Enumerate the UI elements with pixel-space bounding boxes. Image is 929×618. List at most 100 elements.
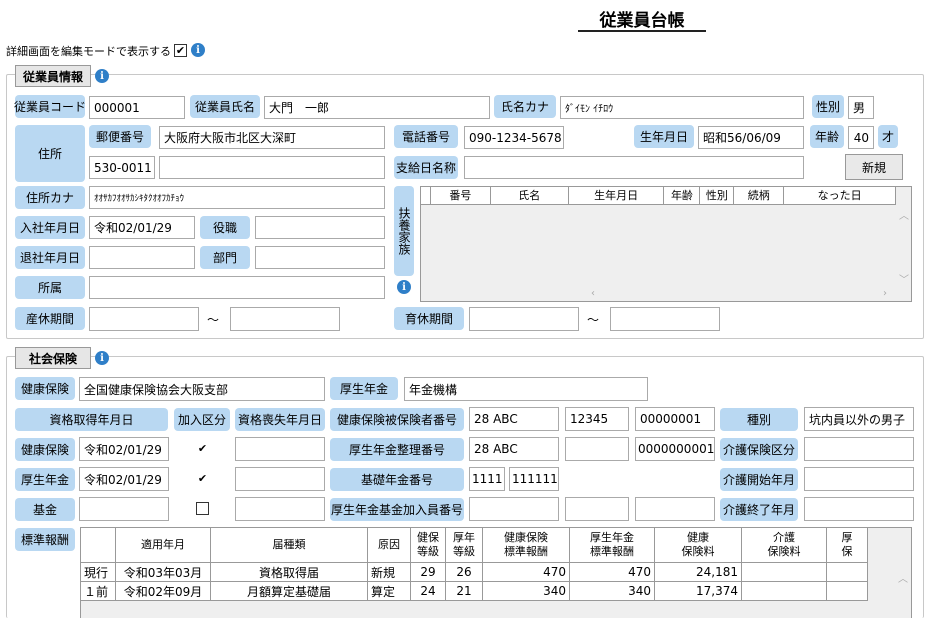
post-field[interactable] [255,216,385,239]
acquired-date-label: 資格取得年月日 [15,408,168,431]
address2-field[interactable] [159,156,385,179]
table-row[interactable]: 現行 令和03年03月 資格取得届 新規 29 26 470 470 24,181 [81,562,868,582]
gender-field[interactable]: 男 [848,96,874,119]
pension-number-2[interactable]: 0000000001 [635,437,715,461]
care-field[interactable] [804,437,914,461]
lost-date-label: 資格喪失年月日 [235,408,325,431]
standard-col-header: 厚 保 [826,528,868,563]
dependents-col-header: 続柄 [734,187,785,204]
childcare-start-field[interactable] [469,307,579,331]
childcare-end-field[interactable] [610,307,720,331]
scroll-left-icon[interactable]: ‹ [591,288,595,299]
scroll-down-icon[interactable]: ﹀ [899,271,909,286]
scroll-right-icon[interactable]: › [883,288,887,299]
age-field[interactable]: 40 [848,126,874,149]
standard-table-wrap[interactable]: 適用年月 届種類 原因 健保 等級 厚年 等級 健康保険 標準報酬 厚生年金 標準報酬 健康 … [80,527,912,618]
edit-mode-checkbox[interactable]: ✔ [174,44,187,57]
tilde: ～ [587,313,600,327]
standard-col-header: 適用年月 [115,528,211,563]
age-unit: 才 [878,125,898,148]
table-cell [826,562,868,582]
phone-label: 電話番号 [394,125,458,148]
table-cell: 新規 [367,562,411,582]
employee-code-field[interactable]: 000001 [89,96,185,119]
address1-field[interactable]: 大阪府大阪市北区大深町 [159,126,385,149]
payday-field[interactable] [464,156,804,179]
pension-acquired-date[interactable]: 令和02/01/29 [79,467,169,491]
table-cell: 21 [445,581,483,601]
table-cell: 資格取得届 [210,562,368,582]
fund-member-label: 厚生年金基金加入員番号 [330,498,464,521]
info-icon[interactable]: i [191,43,205,57]
info-icon[interactable]: i [397,280,411,294]
standard-table: 適用年月 届種類 原因 健保 等級 厚年 等級 健康保険 標準報酬 厚生年金 標準報酬 健康 … [81,528,868,601]
scroll-up-icon[interactable]: ︿ [899,207,909,222]
standard-col-header: 健康 保険料 [654,528,742,563]
table-row[interactable]: １前 令和02年09月 月額算定基礎届 算定 24 21 340 340 17,374 [81,581,868,601]
maternity-end-field[interactable] [230,307,340,331]
fund-member-3[interactable] [635,497,715,521]
childcare-label: 育休期間 [394,307,464,330]
health-join-checkbox[interactable]: ✔ [196,443,209,456]
info-icon[interactable]: i [95,69,109,83]
pension-number-2-blank[interactable] [565,437,629,461]
age-label: 年齢 [810,125,844,148]
new-button[interactable]: 新規 [845,154,903,180]
dependents-col-header: なった日 [784,187,896,204]
standard-col-header: 原因 [367,528,411,563]
info-icon[interactable]: i [95,351,109,365]
fund-join-checkbox[interactable] [196,502,209,515]
table-cell: 340 [482,581,570,601]
dependents-col-header: 年齢 [664,187,701,204]
table-cell: 令和02年09月 [115,581,211,601]
care-start-label: 介護開始年月 [720,468,798,491]
leave-date-field[interactable] [89,246,195,269]
care-start-field[interactable] [804,467,914,491]
insured-number-1[interactable]: 28 ABC [469,407,559,431]
tilde: ～ [207,313,220,327]
address-label: 住所 [15,125,85,182]
pension-number-1[interactable]: 28 ABC [469,437,559,461]
table-cell: 月額算定基礎届 [210,581,368,601]
pension-label: 厚生年金 [330,377,398,400]
health-insurance-field[interactable]: 全国健康保険協会大阪支部 [79,377,325,401]
post-label: 役職 [200,216,250,239]
page-title: 従業員台帳 [578,6,706,32]
fund-member-1[interactable] [469,497,559,521]
insured-number-3[interactable]: 00000001 [635,407,715,431]
fund-member-2[interactable] [565,497,629,521]
fund-acquired-date[interactable] [79,497,169,521]
join-date-field[interactable]: 令和02/01/29 [89,216,195,239]
row-pension-label: 厚生年金 [15,468,75,491]
affiliation-label: 所属 [15,276,85,299]
standard-col-header: 届種類 [210,528,368,563]
maternity-label: 産休期間 [15,307,85,330]
pension-join-checkbox[interactable]: ✔ [196,473,209,486]
row-health-label: 健康保険 [15,438,75,461]
kana-field[interactable]: ﾀﾞｲﾓﾝ ｲﾁﾛｳ [560,96,804,119]
dept-field[interactable] [255,246,385,269]
health-lost-date[interactable] [235,437,325,461]
pension-lost-date[interactable] [235,467,325,491]
birth-field[interactable]: 昭和56/06/09 [698,126,804,149]
maternity-start-field[interactable] [89,307,199,331]
address-kana-field[interactable]: ｵｵｻｶﾌｵｵｻｶｼｷﾀｸｵｵﾌｶﾁｮｳ [89,186,385,209]
dependents-col-header: 番号 [431,187,491,204]
kind-field[interactable]: 坑内員以外の男子 [804,407,914,431]
basic-number-2[interactable]: 111111 [509,467,559,491]
basic-number-1[interactable]: 1111 [469,467,505,491]
health-insurance-label: 健康保険 [15,377,75,400]
table-cell: １前 [81,581,116,601]
dependents-grid[interactable]: 番号 氏名 生年月日 年齢 性別 続柄 なった日 ︿ ﹀ ‹ › [420,186,912,302]
fund-lost-date[interactable] [235,497,325,521]
employee-name-field[interactable]: 大門 一郎 [264,96,490,119]
affiliation-field[interactable] [89,276,385,299]
standard-col-header [81,528,116,563]
health-acquired-date[interactable]: 令和02/01/29 [79,437,169,461]
care-end-field[interactable] [804,497,914,521]
insured-number-2[interactable]: 12345 [565,407,629,431]
scroll-up-icon[interactable]: ︿ [898,570,908,585]
postal-field[interactable]: 530-0011 [89,156,155,179]
pension-field[interactable]: 年金機構 [404,377,648,401]
phone-field[interactable]: 090-1234-5678 [464,126,564,149]
